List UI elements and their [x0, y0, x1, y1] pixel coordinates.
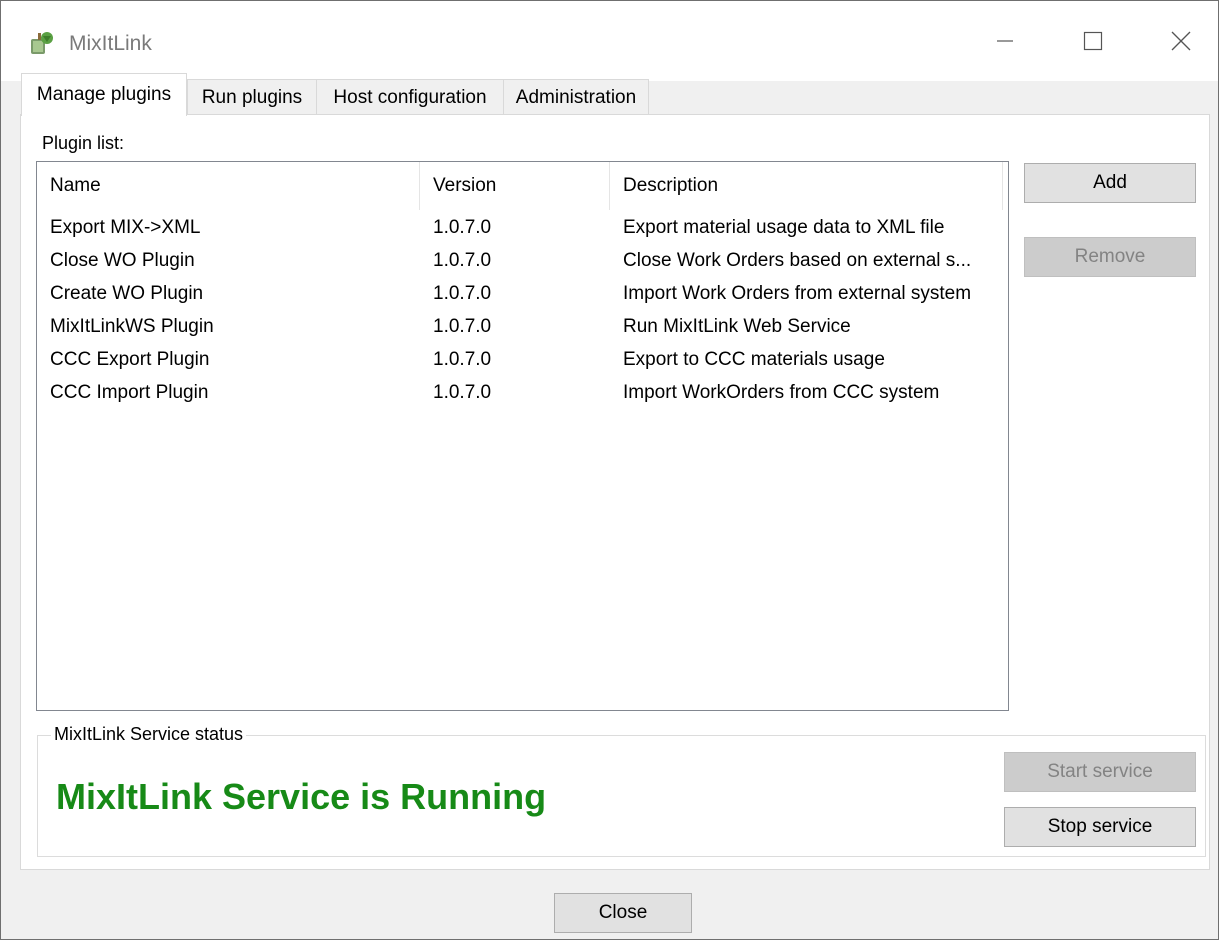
tab-manage-plugins[interactable]: Manage plugins: [21, 73, 187, 116]
tab-run-plugins[interactable]: Run plugins: [187, 79, 317, 115]
close-button[interactable]: Close: [554, 893, 692, 933]
remove-button[interactable]: Remove: [1024, 237, 1196, 277]
main-window: MixItLink Manage plugins Run plugins Hos…: [0, 0, 1219, 940]
plugin-description: Run MixItLink Web Service: [623, 316, 851, 337]
plugin-name: CCC Export Plugin: [50, 349, 210, 370]
plugin-name: CCC Import Plugin: [50, 382, 209, 403]
plugin-description: Import Work Orders from external system: [623, 283, 972, 304]
tab-label: Administration: [515, 86, 637, 108]
tab-host-configuration[interactable]: Host configuration: [316, 79, 504, 115]
stop-service-button-label: Stop service: [1047, 816, 1153, 837]
stop-service-button[interactable]: Stop service: [1004, 807, 1196, 847]
plugin-version: 1.0.7.0: [433, 349, 492, 370]
maximize-icon: [1083, 31, 1103, 51]
close-button-label: Close: [598, 902, 648, 923]
app-icon: [29, 30, 55, 56]
column-header-description[interactable]: Description: [610, 162, 1003, 210]
column-header-name[interactable]: Name: [37, 162, 420, 210]
list-item[interactable]: Export MIX->XML 1.0.7.0 Export material …: [37, 211, 1008, 244]
tab-label: Manage plugins: [36, 84, 172, 105]
tab-label: Run plugins: [201, 86, 303, 108]
column-header-label: Description: [623, 175, 719, 196]
start-service-button[interactable]: Start service: [1004, 752, 1196, 792]
plugin-description: Import WorkOrders from CCC system: [623, 382, 940, 403]
add-button[interactable]: Add: [1024, 163, 1196, 203]
plugin-name: Export MIX->XML: [50, 217, 201, 238]
plugin-name: Close WO Plugin: [50, 250, 195, 271]
maximize-button[interactable]: [1049, 1, 1137, 81]
plugin-description: Export to CCC materials usage: [623, 349, 885, 370]
plugin-list-label: Plugin list:: [42, 133, 125, 153]
column-header-version[interactable]: Version: [420, 162, 610, 210]
tab-label: Host configuration: [333, 86, 487, 108]
plugin-name: Create WO Plugin: [50, 283, 204, 304]
tab-administration[interactable]: Administration: [503, 79, 649, 115]
column-header-label: Version: [433, 175, 497, 196]
list-header: Name Version Description: [37, 162, 1008, 210]
list-item[interactable]: Close WO Plugin 1.0.7.0 Close Work Order…: [37, 244, 1008, 277]
plugin-version: 1.0.7.0: [433, 382, 492, 403]
plugin-list[interactable]: Name Version Description Export MIX->XML…: [36, 161, 1009, 711]
add-button-label: Add: [1093, 172, 1127, 193]
start-service-button-label: Start service: [1047, 761, 1153, 782]
plugin-version: 1.0.7.0: [433, 217, 492, 238]
title-bar[interactable]: MixItLink: [1, 1, 1218, 81]
plugin-version: 1.0.7.0: [433, 283, 492, 304]
list-item[interactable]: Create WO Plugin 1.0.7.0 Import Work Ord…: [37, 277, 1008, 310]
list-item[interactable]: CCC Import Plugin 1.0.7.0 Import WorkOrd…: [37, 376, 1008, 409]
minimize-icon: [996, 32, 1014, 50]
plugin-description: Close Work Orders based on external s...: [623, 250, 972, 271]
close-window-button[interactable]: [1137, 1, 1219, 81]
remove-button-label: Remove: [1074, 246, 1146, 267]
window-title: MixItLink: [69, 32, 152, 55]
list-item[interactable]: CCC Export Plugin 1.0.7.0 Export to CCC …: [37, 343, 1008, 376]
plugin-version: 1.0.7.0: [433, 250, 492, 271]
close-icon: [1171, 31, 1191, 51]
plugin-version: 1.0.7.0: [433, 316, 492, 337]
minimize-button[interactable]: [961, 1, 1049, 81]
list-item[interactable]: MixItLinkWS Plugin 1.0.7.0 Run MixItLink…: [37, 310, 1008, 343]
service-status-group-label: MixItLink Service status: [51, 724, 247, 745]
plugin-description: Export material usage data to XML file: [623, 217, 945, 238]
service-status-text: MixItLink Service is Running: [56, 776, 547, 817]
column-header-label: Name: [50, 175, 101, 196]
plugin-name: MixItLinkWS Plugin: [50, 316, 214, 337]
